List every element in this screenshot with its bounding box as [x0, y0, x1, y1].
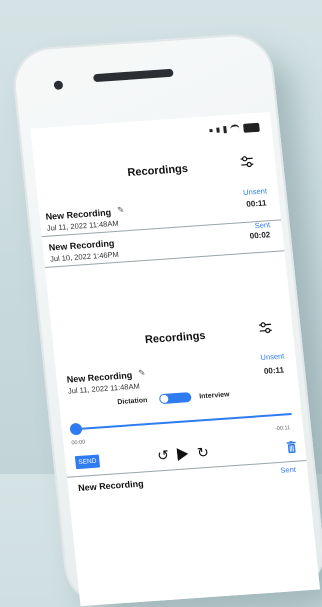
duration-label: 00:02: [249, 230, 271, 241]
wifi-icon: [230, 124, 240, 134]
sliders-icon[interactable]: [258, 321, 273, 334]
signal-icon: [223, 126, 227, 134]
duration-label: 00:11: [263, 365, 285, 376]
trash-icon[interactable]: [286, 441, 296, 454]
phone-mockup: Recordings Unsent New Recording ✎ 00:11 …: [10, 31, 322, 607]
status-bar: [209, 122, 260, 135]
stage: Recordings Unsent New Recording ✎ 00:11 …: [0, 0, 322, 607]
send-button[interactable]: SEND: [74, 454, 101, 470]
status-badge: Sent: [254, 220, 271, 231]
play-icon[interactable]: [176, 447, 189, 462]
list-item-title[interactable]: New Recording: [78, 478, 144, 493]
forward-icon[interactable]: ↻: [196, 444, 209, 462]
mode-toggle[interactable]: [158, 392, 192, 405]
page-title: Recordings: [144, 329, 207, 347]
elapsed-time: 00:00: [71, 439, 86, 447]
signal-icon: [209, 129, 213, 133]
phone-screen: Recordings Unsent New Recording ✎ 00:11 …: [30, 111, 321, 607]
duration-label: 00:11: [245, 198, 267, 209]
signal-icon: [216, 127, 220, 133]
pencil-icon[interactable]: ✎: [117, 205, 125, 214]
rewind-icon[interactable]: ↺: [156, 447, 169, 465]
page-title: Recordings: [126, 162, 189, 179]
battery-icon: [242, 122, 260, 133]
status-badge: Unsent: [242, 186, 268, 197]
divider: [66, 460, 307, 478]
dictation-label: Dictation: [117, 397, 148, 407]
remaining-time: -00:11: [274, 425, 291, 433]
sliders-icon[interactable]: [239, 155, 254, 168]
status-badge: Unsent: [260, 351, 285, 363]
playback-slider[interactable]: [75, 413, 292, 431]
pencil-icon[interactable]: ✎: [138, 368, 146, 377]
slider-thumb[interactable]: [69, 422, 83, 436]
toggle-knob: [159, 394, 169, 404]
interview-label: Interview: [198, 391, 230, 401]
status-badge: Sent: [279, 464, 297, 475]
